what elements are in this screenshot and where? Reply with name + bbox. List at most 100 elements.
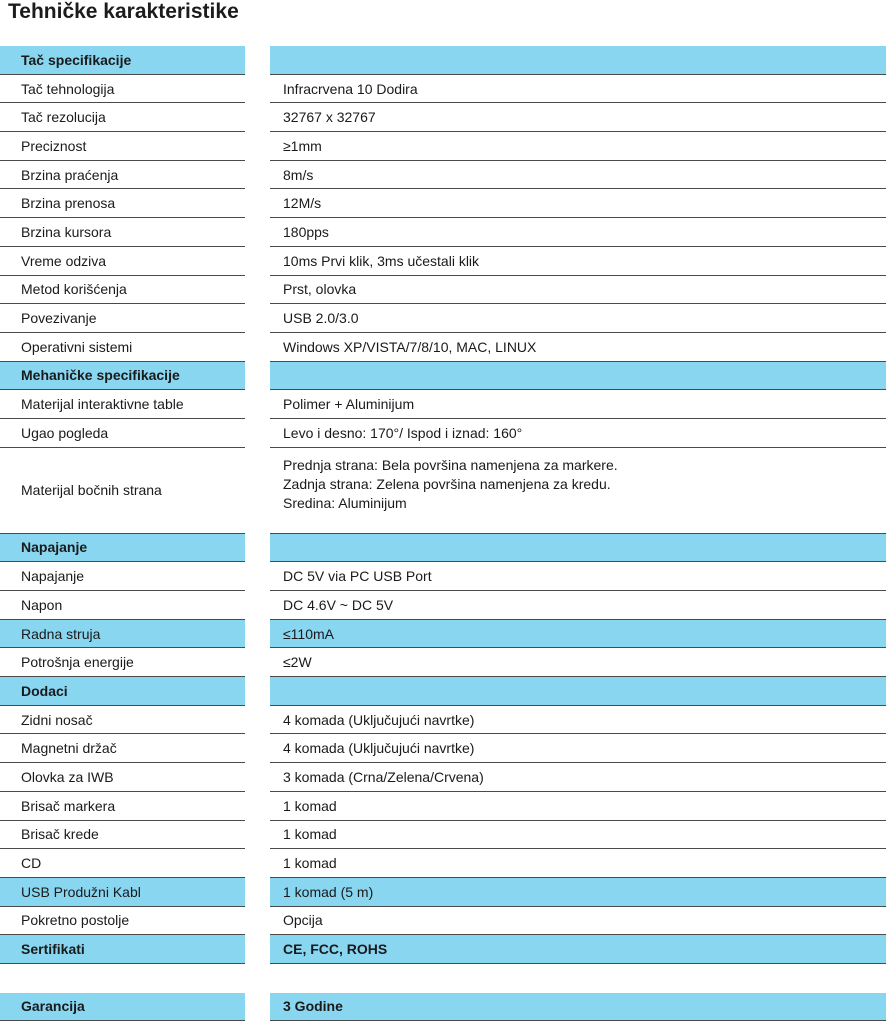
spec-label: Magnetni držač <box>0 734 245 764</box>
spec-value: 32767 x 32767 <box>270 103 886 133</box>
spec-row: Magnetni držač 4 komada (Uključujući navr… <box>0 734 886 764</box>
section-header-row: Sertifikati CE, FCC, ROHS <box>0 935 886 964</box>
section-header-row: Mehaničke specifikacije <box>0 361 886 391</box>
spec-label: Brzina praćenja <box>0 161 245 190</box>
spec-row: Povezivanje USB 2.0/3.0 <box>0 304 886 333</box>
spec-label: Olovka za IWB <box>0 763 245 792</box>
spec-value: Polimer + Aluminijum <box>270 390 886 419</box>
spec-label: Brzina prenosa <box>0 189 245 219</box>
section-value <box>270 677 886 706</box>
spec-row: Materijal interaktivne table Polimer + Al… <box>0 390 886 419</box>
spec-table: Tač specifikacije Tač tehnologija Infracrv… <box>0 46 886 1022</box>
spec-label: Povezivanje <box>0 304 245 333</box>
spec-row: Metod korišćenja Prst, olovka <box>0 276 886 305</box>
spec-value: Prst, olovka <box>270 276 886 305</box>
spec-value: ≤2W <box>270 648 886 678</box>
spec-value: Windows XP/VISTA/7/8/10, MAC, LINUX <box>270 333 886 362</box>
section-header-row: Garancija 3 Godine <box>0 992 886 1022</box>
spec-label: Metod korišćenja <box>0 276 245 305</box>
spec-value: 10ms Prvi klik, 3ms učestali klik <box>270 247 886 276</box>
spec-label: Tač tehnologija <box>0 75 245 104</box>
spec-label: Ugao pogleda <box>0 419 245 448</box>
section-title: Dodaci <box>0 677 245 706</box>
section-header-row: Tač specifikacije <box>0 46 886 75</box>
section-header-row: Napajanje <box>0 533 886 563</box>
page-title: Tehničke karakteristike <box>8 0 239 23</box>
spec-row: USB Produžni Kabl 1 komad (5 m) <box>0 877 886 907</box>
section-value: CE, FCC, ROHS <box>270 935 886 964</box>
spec-label: Materijal interaktivne table <box>0 390 245 419</box>
spec-row: Brisač krede 1 komad <box>0 821 886 850</box>
spec-label <box>0 964 245 993</box>
spec-label: Materijal bočnih strana <box>0 448 245 534</box>
spec-label: Pokretno postolje <box>0 907 245 936</box>
spec-row: Materijal bočnih strana Prednja strana: B… <box>0 448 886 534</box>
spec-row: Ugao pogleda Levo i desno: 170°/ Ispod i … <box>0 419 886 448</box>
spec-value: DC 4.6V ~ DC 5V <box>270 591 886 620</box>
spec-value: 1 komad (5 m) <box>270 877 886 907</box>
section-value <box>270 533 886 563</box>
spec-value: Infracrvena 10 Dodira <box>270 75 886 104</box>
spec-value: 180pps <box>270 218 886 247</box>
spec-row: Olovka za IWB 3 komada (Crna/Zelena/Crven… <box>0 763 886 792</box>
spec-label: USB Produžni Kabl <box>0 877 245 907</box>
spec-row: Tač rezolucija 32767 x 32767 <box>0 103 886 133</box>
spec-value-line: Prednja strana: Bela površina namenjena … <box>283 456 618 473</box>
spec-label: Operativni sistemi <box>0 333 245 362</box>
spec-row: Preciznost ≥1mm <box>0 132 886 161</box>
spec-row: Potrošnja energije ≤2W <box>0 648 886 678</box>
spec-value: Prednja strana: Bela površina namenjena … <box>270 448 886 534</box>
spec-value: 1 komad <box>270 849 886 878</box>
spec-row: Napajanje DC 5V via PC USB Port <box>0 562 886 591</box>
spec-value <box>270 964 886 993</box>
spec-label: Preciznost <box>0 132 245 161</box>
section-title: Sertifikati <box>0 935 245 964</box>
spec-value: DC 5V via PC USB Port <box>270 562 886 591</box>
spec-value-line: Sredina: Aluminijum <box>283 494 407 511</box>
section-title: Tač specifikacije <box>0 46 245 75</box>
spec-label: Tač rezolucija <box>0 103 245 133</box>
spec-value: 3 komada (Crna/Zelena/Crvena) <box>270 763 886 792</box>
spec-value: USB 2.0/3.0 <box>270 304 886 333</box>
spec-value: Opcija <box>270 907 886 936</box>
section-title: Garancija <box>0 992 245 1022</box>
spec-value: Levo i desno: 170°/ Ispod i iznad: 160° <box>270 419 886 448</box>
spec-label: Zidni nosač <box>0 706 245 735</box>
spec-value: 4 komada (Uključujući navrtke) <box>270 734 886 764</box>
spec-value: 4 komada (Uključujući navrtke) <box>270 706 886 735</box>
spec-value: 8m/s <box>270 161 886 190</box>
spec-value-line: Zadnja strana: Zelena površina namenjena… <box>283 475 611 492</box>
spec-row: Vreme odziva 10ms Prvi klik, 3ms učestali… <box>0 247 886 276</box>
spec-row: Brzina praćenja 8m/s <box>0 161 886 190</box>
spec-label: Brzina kursora <box>0 218 245 247</box>
spec-label: Brisač krede <box>0 821 245 850</box>
spec-label: CD <box>0 849 245 878</box>
section-value <box>270 46 886 75</box>
spec-row: Brzina prenosa 12M/s <box>0 189 886 219</box>
spec-label: Napajanje <box>0 562 245 591</box>
spec-row: Zidni nosač 4 komada (Uključujući navrtke… <box>0 706 886 735</box>
spec-row: Brzina kursora 180pps <box>0 218 886 247</box>
spec-label: Radna struja <box>0 619 245 649</box>
spec-label: Napon <box>0 591 245 620</box>
spec-label: Brisač markera <box>0 792 245 821</box>
spec-row: Operativni sistemi Windows XP/VISTA/7/8/1… <box>0 333 886 362</box>
spec-value: 1 komad <box>270 792 886 821</box>
spec-row: Napon DC 4.6V ~ DC 5V <box>0 591 886 620</box>
spec-row: CD 1 komad <box>0 849 886 878</box>
spacer-row <box>0 964 886 993</box>
spec-row: Pokretno postolje Opcija <box>0 907 886 936</box>
section-title: Napajanje <box>0 533 245 563</box>
spec-value: 12M/s <box>270 189 886 219</box>
section-header-row: Dodaci <box>0 677 886 706</box>
spec-value: ≤110mA <box>270 619 886 649</box>
section-title: Mehaničke specifikacije <box>0 361 245 391</box>
spec-value: ≥1mm <box>270 132 886 161</box>
spec-row: Radna struja ≤110mA <box>0 619 886 649</box>
spec-row: Brisač markera 1 komad <box>0 792 886 821</box>
spec-row: Tač tehnologija Infracrvena 10 Dodira <box>0 75 886 104</box>
section-value: 3 Godine <box>270 992 886 1022</box>
spec-label: Vreme odziva <box>0 247 245 276</box>
spec-label: Potrošnja energije <box>0 648 245 678</box>
section-value <box>270 361 886 391</box>
